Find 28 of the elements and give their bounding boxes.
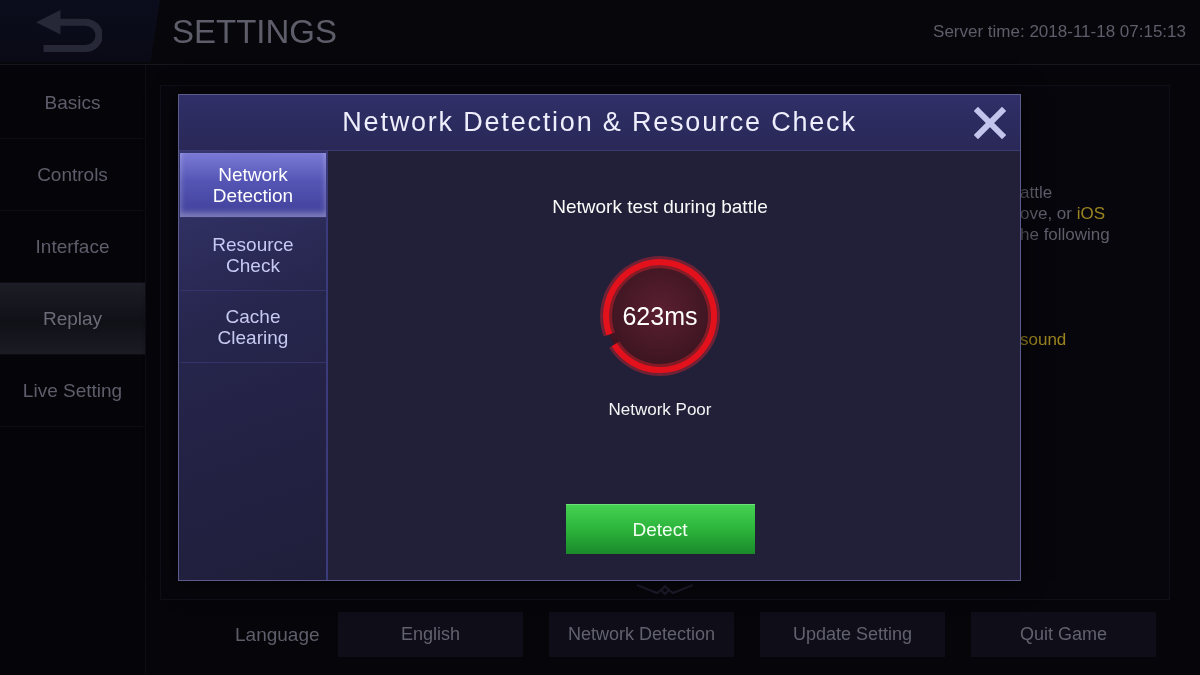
dialog-tab[interactable]: Resource Check [180, 219, 326, 291]
close-button[interactable] [974, 106, 1006, 139]
footer-button[interactable]: Network Detection [549, 612, 734, 657]
network-status: Network Poor [608, 400, 712, 420]
description-text: ove, or iOS [1020, 203, 1107, 224]
sidebar-item[interactable]: Live Setting [0, 355, 145, 427]
sidebar-item[interactable]: Controls [0, 139, 145, 211]
footer-button[interactable]: English [338, 612, 523, 657]
dialog-title: Network Detection & Resource Check [342, 107, 857, 138]
description-text: sound [1020, 329, 1068, 350]
detect-button[interactable]: Detect [565, 504, 755, 554]
dialog-tab[interactable]: Network Detection [180, 153, 326, 218]
sidebar-item[interactable]: Replay [0, 283, 145, 355]
sidebar-item[interactable]: Basics [0, 67, 145, 139]
test-heading: Network test during battle [552, 196, 768, 218]
footer-button[interactable]: Update Setting [760, 612, 945, 657]
latency-ring-icon [598, 254, 722, 378]
language-label: Language [235, 623, 321, 646]
back-arrow-icon [36, 10, 102, 52]
page-title: SETTINGS [172, 13, 338, 51]
latency-value: 623ms [622, 301, 698, 331]
footer-button[interactable]: Quit Game [971, 612, 1156, 657]
dialog-tab[interactable]: Cache Clearing [180, 291, 326, 363]
description-text: attle [1020, 182, 1054, 203]
description-text: he following [1020, 224, 1111, 245]
server-time: Server time: 2018-11-18 07:15:13 [933, 22, 1186, 42]
ornament-icon [635, 581, 695, 597]
close-icon [974, 106, 1006, 139]
